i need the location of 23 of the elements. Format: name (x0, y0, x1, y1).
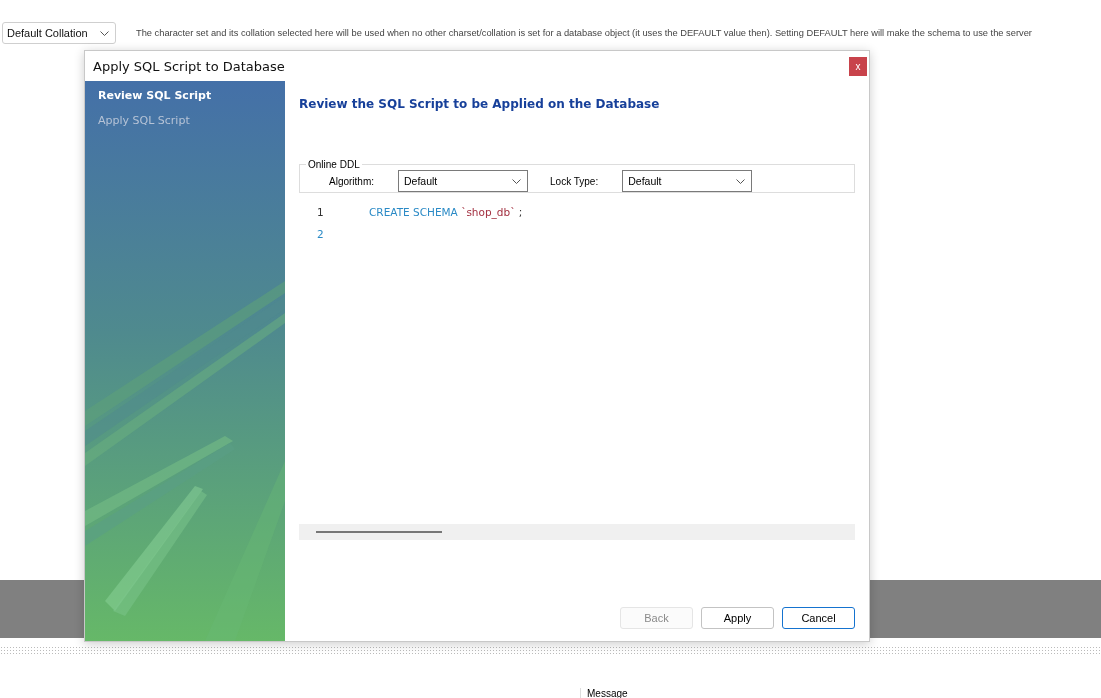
lock-type-label: Lock Type: (550, 175, 599, 187)
page-heading: Review the SQL Script to be Applied on the Database (299, 97, 661, 111)
dialog-button[interactable]: Apply (701, 607, 774, 629)
scrollbar-thumb[interactable] (316, 531, 442, 533)
horizontal-scrollbar[interactable] (299, 524, 855, 540)
group-legend: Online DDL (306, 159, 362, 170)
lock-type-select[interactable]: Default (622, 170, 753, 192)
algorithm-select[interactable]: Default (398, 170, 528, 192)
collation-select[interactable]: Default Collation (2, 22, 116, 44)
line-number: 1 (317, 206, 325, 218)
wizard-step: Apply SQL Script (98, 114, 272, 127)
dialog-button[interactable]: Cancel (782, 607, 855, 629)
chevron-down-icon (100, 30, 109, 36)
code-line: CREATE SCHEMA `shop_db` ; (369, 206, 523, 218)
algorithm-label: Algorithm: (329, 175, 374, 187)
dialog-title: Apply SQL Script to Database (93, 58, 285, 74)
splitter-bar[interactable] (0, 646, 1101, 654)
line-number: 2 (317, 228, 325, 240)
wizard-step: Review SQL Script (98, 89, 272, 102)
description-text: The character set and its collation selected here will be used when no other charset/collation is set for a database object (it uses the DEFAULT value then). Setting DEFAULT here will make the schema to use the server (136, 28, 1032, 38)
chevron-down-icon (736, 178, 746, 184)
chevron-down-icon (512, 178, 521, 184)
close-button[interactable]: x (849, 56, 867, 76)
